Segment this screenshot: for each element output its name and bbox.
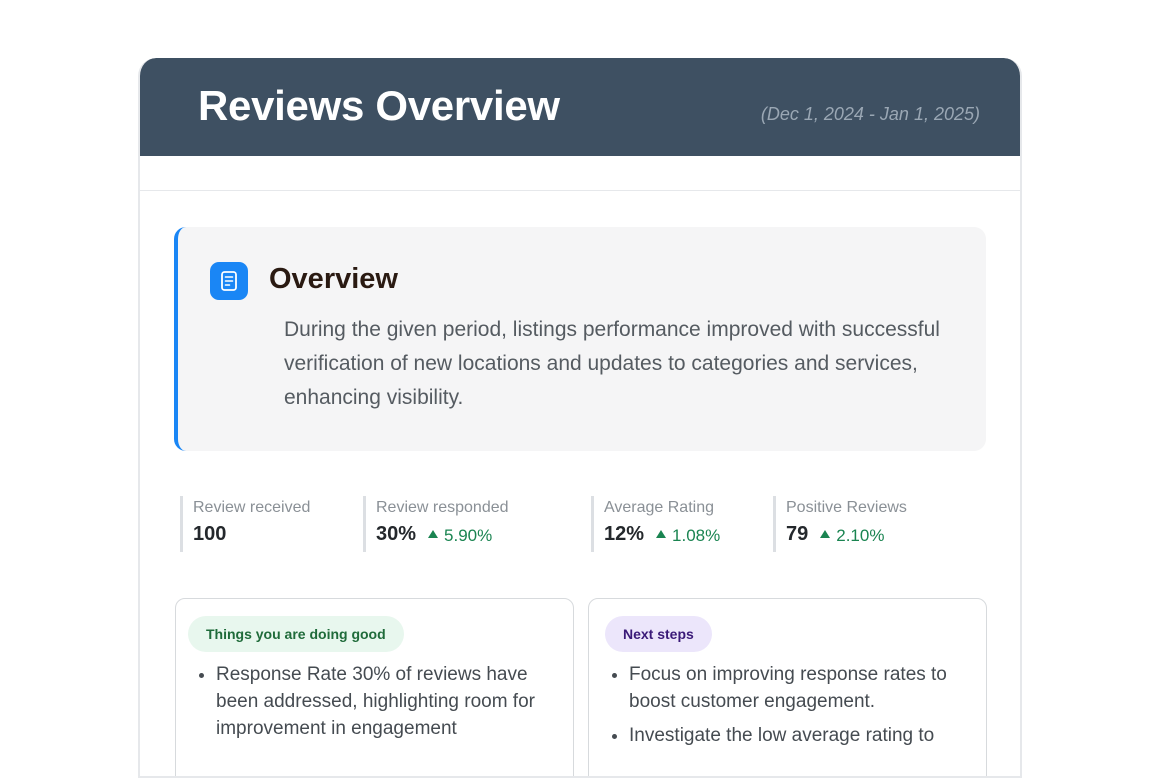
page-title: Reviews Overview bbox=[198, 82, 560, 129]
next-steps-panel: Next steps Focus on improving response r… bbox=[588, 598, 987, 776]
date-range: (Dec 1, 2024 - Jan 1, 2025) bbox=[760, 104, 980, 124]
list-item: Response Rate 30% of reviews have been a… bbox=[199, 661, 556, 742]
stat-label: Review responded bbox=[376, 499, 509, 516]
stat-delta: 1.08% bbox=[656, 526, 720, 546]
stat-value: 79 bbox=[786, 523, 809, 545]
doing-good-pill: Things you are doing good bbox=[188, 616, 404, 652]
stat-review-responded: Review responded 30% 5.90% bbox=[363, 496, 509, 552]
stat-label: Average Rating bbox=[604, 499, 714, 516]
stat-review-received: Review received 100 bbox=[180, 496, 310, 552]
overview-title: Overview bbox=[269, 263, 398, 295]
overview-section: Overview During the given period, listin… bbox=[174, 227, 986, 451]
stat-delta: 5.90% bbox=[428, 526, 492, 546]
stat-value: 30% bbox=[376, 523, 417, 545]
divider bbox=[140, 190, 1020, 191]
list-item: Focus on improving response rates to boo… bbox=[612, 661, 969, 715]
next-steps-pill: Next steps bbox=[605, 616, 712, 652]
stat-value: 12% bbox=[604, 523, 645, 545]
stat-label: Positive Reviews bbox=[786, 499, 907, 516]
stat-label: Review received bbox=[193, 499, 311, 516]
stat-delta-value: 5.90% bbox=[444, 526, 493, 545]
arrow-up-icon bbox=[428, 530, 439, 538]
next-steps-list: Focus on improving response rates to boo… bbox=[612, 661, 969, 756]
document-icon bbox=[210, 262, 248, 300]
stat-average-rating: Average Rating 12% 1.08% bbox=[591, 496, 720, 552]
overview-text: During the given period, listings perfor… bbox=[284, 318, 940, 409]
reviews-overview-card: Reviews Overview (Dec 1, 2024 - Jan 1, 2… bbox=[138, 58, 1022, 778]
doing-good-list: Response Rate 30% of reviews have been a… bbox=[199, 661, 556, 749]
doing-good-panel: Things you are doing good Response Rate … bbox=[175, 598, 574, 776]
stat-value: 100 bbox=[193, 523, 227, 545]
header-bar: Reviews Overview (Dec 1, 2024 - Jan 1, 2… bbox=[140, 58, 1020, 156]
arrow-up-icon bbox=[820, 530, 831, 538]
stat-positive-reviews: Positive Reviews 79 2.10% bbox=[773, 496, 907, 552]
stat-delta: 2.10% bbox=[820, 526, 884, 546]
stat-delta-value: 1.08% bbox=[672, 526, 721, 545]
stat-delta-value: 2.10% bbox=[836, 526, 885, 545]
arrow-up-icon bbox=[656, 530, 667, 538]
list-item: Investigate the low average rating to bbox=[612, 722, 969, 749]
